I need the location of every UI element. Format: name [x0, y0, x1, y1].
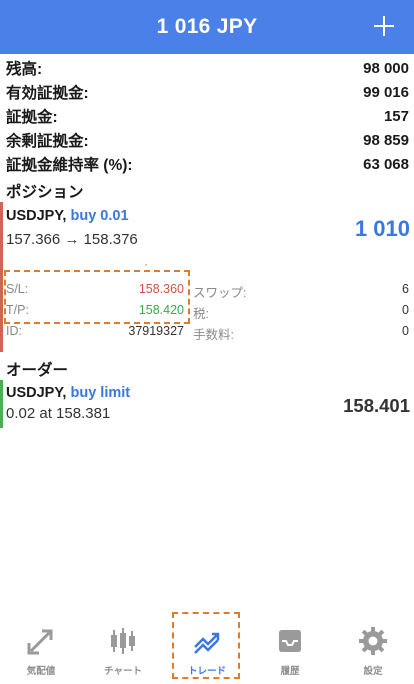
order-direction: buy limit [70, 385, 131, 401]
pending-order-row[interactable]: USDJPY, buy limit 0.02 at 158.381 158.40… [0, 380, 414, 428]
summary-value: 98 000 [363, 59, 409, 77]
tab-settings[interactable]: 設定 [332, 610, 414, 684]
tab-label: 設定 [363, 666, 383, 677]
top-bar: 1 016 JPY [0, 0, 414, 54]
swap-label: スワップ: [193, 286, 247, 300]
account-summary: 残高: 98 000 有効証拠金: 99 016 証拠金: 157 余剰証拠金:… [0, 56, 414, 176]
tax-value: 0 [402, 303, 409, 317]
sl-tp-highlight-box [4, 270, 190, 324]
order-direction-bar [0, 380, 3, 428]
tab-chart[interactable]: チャート [82, 610, 164, 684]
summary-row-balance: 残高: 98 000 [0, 56, 414, 80]
divider-dot [145, 264, 147, 266]
summary-value: 63 068 [363, 155, 409, 173]
id-value: 37919327 [128, 324, 184, 338]
order-current-price: 158.401 [343, 395, 410, 416]
position-symbol-name: USDJPY, [6, 208, 67, 224]
summary-row-margin-level: 証拠金維持率 (%): 63 068 [0, 152, 414, 176]
summary-label: 余剰証拠金: [6, 133, 89, 150]
tab-label: 履歴 [280, 666, 300, 677]
candlestick-icon [111, 628, 135, 654]
summary-row-equity: 有効証拠金: 99 016 [0, 80, 414, 104]
positions-section-title: ポジション [6, 184, 84, 201]
id-label: ID: [6, 324, 22, 338]
summary-label: 証拠金維持率 (%): [6, 157, 133, 174]
tax-label: 税: [193, 307, 209, 321]
account-profit-title: 1 016 JPY [156, 15, 258, 38]
summary-value: 98 859 [363, 131, 409, 149]
summary-value: 99 016 [363, 83, 409, 101]
summary-row-margin: 証拠金: 157 [0, 104, 414, 128]
tab-label: チャート [104, 666, 142, 677]
orders-section-title: オーダー [6, 362, 69, 379]
summary-row-free-margin: 余剰証拠金: 98 859 [0, 128, 414, 152]
inbox-tray-icon [279, 630, 301, 652]
fee-label: 手数料: [193, 328, 234, 342]
tab-history[interactable]: 履歴 [249, 610, 331, 684]
summary-label: 有効証拠金: [6, 85, 89, 102]
add-order-plus-icon[interactable] [368, 10, 400, 42]
summary-label: 証拠金: [6, 109, 58, 126]
position-direction: buy 0.01 [70, 208, 129, 224]
tab-quotes[interactable]: 気配値 [0, 610, 82, 684]
fee-value: 0 [402, 324, 409, 338]
order-symbol-name: USDJPY, [6, 385, 67, 401]
position-direction-bar [0, 202, 3, 352]
order-symbol: USDJPY, buy limit [6, 385, 130, 401]
position-prices: 157.366 → 158.376 [6, 231, 138, 248]
position-symbol: USDJPY, buy 0.01 [6, 208, 129, 224]
trade-tab-highlight-box [172, 612, 240, 679]
gear-icon [359, 627, 387, 655]
swap-value: 6 [402, 282, 409, 296]
tab-label: 気配値 [26, 666, 56, 677]
summary-value: 157 [383, 107, 409, 125]
summary-label: 残高: [6, 61, 43, 78]
quotes-arrows-icon [27, 629, 53, 655]
position-profit: 1 010 [354, 216, 410, 241]
order-volume-price: 0.02 at 158.381 [6, 405, 111, 422]
